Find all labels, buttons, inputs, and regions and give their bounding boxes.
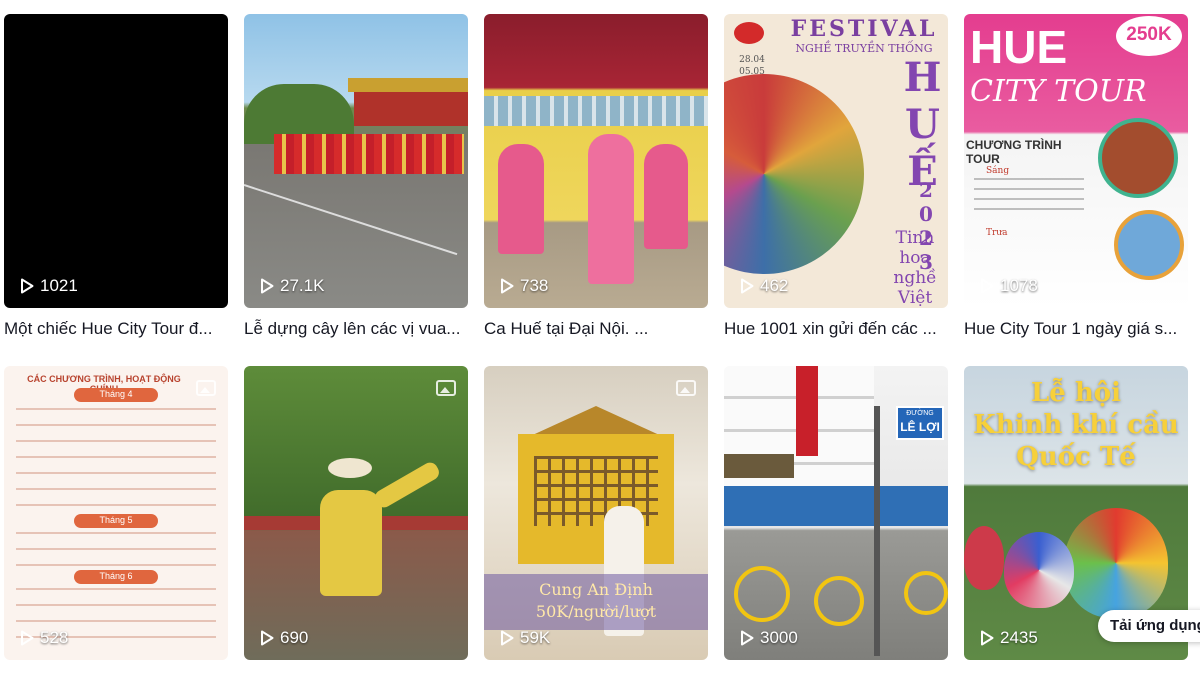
video-caption[interactable]: Hue City Tour 1 ngày giá s...	[964, 318, 1188, 340]
play-icon	[20, 278, 34, 294]
play-icon	[740, 278, 754, 294]
balloon-title-1: Lễ hội	[1031, 378, 1121, 408]
citytour-morning: Sáng	[986, 166, 1010, 176]
view-count-value: 3000	[760, 628, 798, 647]
play-icon	[980, 278, 994, 294]
video-card[interactable]: HUE CITY TOUR 250K CHƯƠNG TRÌNH TOUR Sán…	[964, 14, 1188, 340]
video-thumbnail[interactable]: 27.1K	[244, 14, 468, 308]
video-thumbnail[interactable]: ĐƯỜNG LÊ LỢI 3000	[724, 366, 948, 660]
view-count: 462	[740, 276, 788, 296]
location-price: 50K/người/lượt	[535, 602, 657, 621]
photo-icon	[196, 380, 216, 396]
video-card[interactable]: 1021 Một chiếc Hue City Tour đ...	[4, 14, 228, 340]
view-count-value: 1078	[1000, 276, 1038, 295]
play-icon	[260, 630, 274, 646]
play-icon	[500, 630, 514, 646]
video-thumbnail[interactable]: 690	[244, 366, 468, 660]
view-count: 59K	[500, 628, 550, 648]
video-caption[interactable]: Hue 1001 xin gửi đến các ...	[724, 318, 948, 340]
video-caption[interactable]: Ca Huế tại Đại Nội. ...	[484, 318, 708, 340]
view-count: 690	[260, 628, 308, 648]
video-card[interactable]: ĐƯỜNG LÊ LỢI 3000	[724, 366, 948, 660]
video-thumbnail[interactable]: Cung An Định 50K/người/lượt 59K	[484, 366, 708, 660]
view-count-value: 2435	[1000, 628, 1038, 647]
play-icon	[980, 630, 994, 646]
video-caption[interactable]: Một chiếc Hue City Tour đ...	[4, 318, 228, 340]
month-4-label: Tháng 4	[99, 389, 133, 399]
view-count: 2435	[980, 628, 1038, 648]
view-count: 1078	[980, 276, 1038, 296]
view-count: 3000	[740, 628, 798, 648]
view-count-value: 528	[40, 628, 69, 647]
citytour-title: HUE	[970, 21, 1068, 73]
citytour-afternoon: Trưa	[986, 228, 1008, 238]
photo-icon	[436, 380, 456, 396]
video-thumbnail[interactable]: HUE CITY TOUR 250K CHƯƠNG TRÌNH TOUR Sán…	[964, 14, 1188, 308]
view-count-value: 738	[520, 276, 549, 295]
video-thumbnail[interactable]: FESTIVAL NGHỀ TRUYỀN THỐNG 28.04 05.05 2…	[724, 14, 948, 308]
download-app-button[interactable]: Tải ứng dụng	[1098, 610, 1200, 642]
play-icon	[20, 630, 34, 646]
video-thumbnail[interactable]: 1021	[4, 14, 228, 308]
month-5-label: Tháng 5	[99, 515, 133, 525]
citytour-price: 250K	[1126, 24, 1172, 45]
video-card[interactable]: 27.1K Lễ dựng cây lên các vị vua...	[244, 14, 468, 340]
video-card[interactable]: Cung An Định 50K/người/lượt 59K	[484, 366, 708, 660]
play-icon	[260, 278, 274, 294]
video-caption[interactable]: Lễ dựng cây lên các vị vua...	[244, 318, 468, 340]
play-icon	[740, 630, 754, 646]
play-icon	[500, 278, 514, 294]
video-card[interactable]: CÁC CHƯƠNG TRÌNH, HOẠT ĐỘNG CHÍNH Tháng …	[4, 366, 228, 660]
festival-title: FESTIVAL	[790, 16, 938, 42]
citytour-script: CITY TOUR	[970, 74, 1147, 109]
view-count-value: 1021	[40, 276, 78, 295]
video-card[interactable]: 690	[244, 366, 468, 660]
video-thumbnail[interactable]: 738	[484, 14, 708, 308]
video-thumbnail[interactable]: CÁC CHƯƠNG TRÌNH, HOẠT ĐỘNG CHÍNH Tháng …	[4, 366, 228, 660]
balloon-title-3: Quốc Tế	[1016, 442, 1136, 472]
video-card[interactable]: FESTIVAL NGHỀ TRUYỀN THỐNG 28.04 05.05 2…	[724, 14, 948, 340]
view-count: 1021	[20, 276, 78, 296]
balloon-title-2: Khinh khí cầu	[973, 410, 1179, 440]
month-6-label: Tháng 6	[99, 571, 133, 581]
festival-hue: HUẾ	[899, 54, 946, 195]
street-sign-name: LÊ LỢI	[900, 420, 940, 434]
view-count-value: 462	[760, 276, 789, 295]
citytour-program: CHƯƠNG TRÌNH TOUR	[966, 138, 1062, 166]
street-sign-top: ĐƯỜNG	[906, 410, 934, 417]
view-count-value: 690	[280, 628, 309, 647]
view-count: 528	[20, 628, 68, 648]
view-count: 27.1K	[260, 276, 324, 296]
view-count: 738	[500, 276, 548, 296]
photo-icon	[676, 380, 696, 396]
view-count-value: 27.1K	[280, 276, 325, 295]
video-card[interactable]: 738 Ca Huế tại Đại Nội. ...	[484, 14, 708, 340]
festival-tagline: Tinh hoa nghề Việt	[893, 228, 937, 308]
location-name: Cung An Định	[539, 580, 653, 599]
view-count-value: 59K	[520, 628, 551, 647]
